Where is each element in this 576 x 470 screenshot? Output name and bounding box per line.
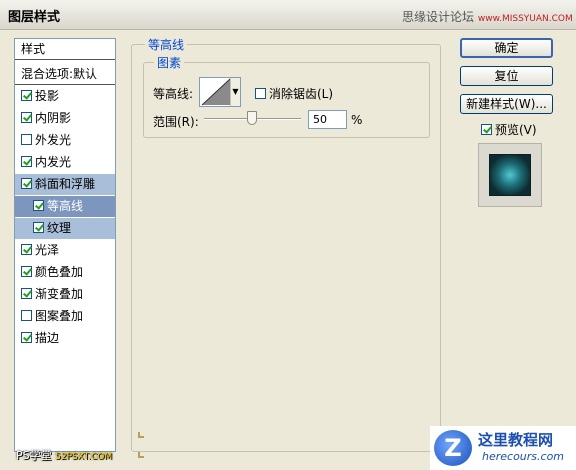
ok-button[interactable]: 确定 — [460, 38, 553, 58]
new-style-button[interactable]: 新建样式(W)... — [460, 94, 553, 114]
style-item-contour[interactable]: 等高线 — [15, 196, 115, 217]
inner-glow-checkbox[interactable] — [21, 156, 32, 167]
style-item-pattern-overlay[interactable]: 图案叠加 — [15, 306, 115, 327]
preview-option[interactable]: 预览(V) — [481, 121, 537, 138]
style-item-label: 图案叠加 — [35, 309, 84, 323]
corner-mark — [138, 432, 144, 438]
texture-checkbox[interactable] — [33, 222, 44, 233]
style-item-label: 颜色叠加 — [35, 265, 84, 279]
style-item-satin[interactable]: 光泽 — [15, 240, 115, 261]
style-item-drop-shadow[interactable]: 投影 — [15, 86, 115, 107]
style-item-label: 渐变叠加 — [35, 287, 84, 301]
stroke-checkbox[interactable] — [21, 332, 32, 343]
top-watermark-cn: 思缘设计论坛 — [402, 10, 475, 24]
contour-checkbox[interactable] — [33, 200, 44, 211]
outer-glow-checkbox[interactable] — [21, 134, 32, 145]
color-overlay-checkbox[interactable] — [21, 266, 32, 277]
style-item-texture[interactable]: 纹理 — [15, 218, 115, 239]
preview-label: 预览(V) — [495, 123, 537, 137]
contour-group-title: 等高线 — [145, 36, 188, 53]
top-watermark-url: www.MISSYUAN.COM — [477, 14, 573, 24]
inner-shadow-checkbox[interactable] — [21, 112, 32, 123]
style-item-inner-shadow[interactable]: 内阴影 — [15, 108, 115, 129]
bevel-emboss-checkbox[interactable] — [21, 178, 32, 189]
drop-shadow-checkbox[interactable] — [21, 90, 32, 101]
style-item-label: 光泽 — [35, 243, 60, 257]
style-item-color-overlay[interactable]: 颜色叠加 — [15, 262, 115, 283]
style-item-label: 内阴影 — [35, 111, 72, 125]
range-input[interactable]: 50 — [308, 110, 347, 129]
style-item-bevel-emboss[interactable]: 斜面和浮雕 — [15, 174, 115, 195]
style-item-label: 等高线 — [47, 199, 84, 213]
watermark-name: 这里教程网 — [478, 431, 554, 449]
style-item-label: 斜面和浮雕 — [35, 177, 96, 191]
gradient-overlay-checkbox[interactable] — [21, 288, 32, 299]
elements-group-title: 图素 — [154, 54, 185, 71]
style-item-outer-glow[interactable]: 外发光 — [15, 130, 115, 151]
contour-picker[interactable]: ▼ — [199, 77, 241, 107]
style-item-inner-glow[interactable]: 内发光 — [15, 152, 115, 173]
style-list-header[interactable]: 样式 — [15, 39, 115, 60]
antialias-label: 消除锯齿(L) — [269, 87, 334, 101]
pattern-overlay-checkbox[interactable] — [21, 310, 32, 321]
window-title: 图层样式 — [8, 10, 61, 25]
bottom-right-watermark: Z 这里教程网 herecours.com — [430, 426, 576, 470]
watermark-url: herecours.com — [482, 450, 565, 463]
satin-checkbox[interactable] — [21, 244, 32, 255]
bottom-left-watermark: PS学堂 52PSXT.COM — [16, 447, 112, 463]
antialias-option[interactable]: 消除锯齿(L) — [255, 85, 333, 102]
range-unit: % — [351, 113, 363, 127]
style-item-label: 投影 — [35, 89, 60, 103]
style-item-label: 纹理 — [47, 221, 72, 235]
antialias-checkbox[interactable] — [255, 88, 266, 99]
style-item-label: 内发光 — [35, 155, 72, 169]
blend-options-item[interactable]: 混合选项:默认 — [15, 64, 115, 85]
contour-curve-icon — [201, 78, 231, 106]
style-item-gradient-overlay[interactable]: 渐变叠加 — [15, 284, 115, 305]
style-preview — [478, 143, 542, 207]
range-label: 范围(R): — [153, 115, 199, 129]
preview-checkbox[interactable] — [481, 124, 492, 135]
chevron-down-icon[interactable]: ▼ — [230, 78, 240, 106]
title-bar: 图层样式 思缘设计论坛 www.MISSYUAN.COM — [0, 0, 576, 30]
style-item-label: 外发光 — [35, 133, 72, 147]
preview-swatch — [489, 154, 531, 196]
style-item-stroke[interactable]: 描边 — [15, 328, 115, 349]
contour-label: 等高线: — [153, 87, 194, 101]
style-item-label: 描边 — [35, 331, 60, 345]
style-list: 样式 混合选项:默认 投影 内阴影 外发光 内发光 斜面和浮雕 等高线 纹理 光… — [14, 38, 116, 452]
site-logo-icon: Z — [434, 430, 472, 466]
reset-button[interactable]: 复位 — [460, 66, 553, 86]
corner-mark — [138, 452, 144, 458]
range-slider-thumb[interactable] — [247, 111, 257, 125]
top-watermark: 思缘设计论坛 www.MISSYUAN.COM — [402, 8, 573, 25]
watermark-text: PS学堂 — [16, 449, 52, 462]
watermark-site: 52PSXT.COM — [55, 452, 113, 462]
